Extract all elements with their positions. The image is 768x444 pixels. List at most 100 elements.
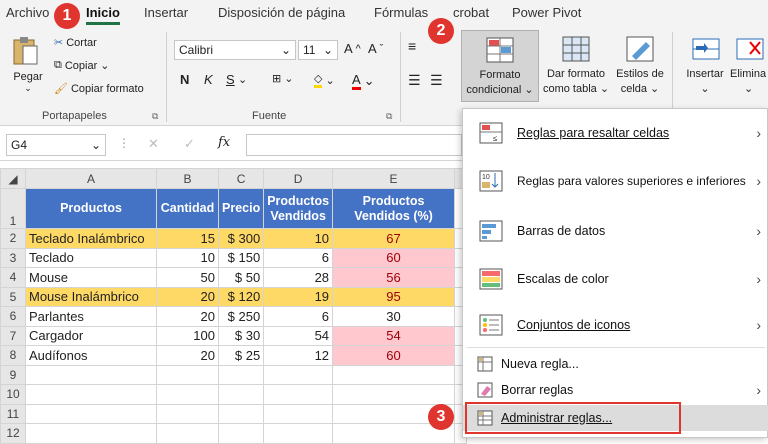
grid-cell[interactable]: Mouse Inalámbrico [25,286,157,307]
row-header[interactable]: 2 [0,228,26,249]
grid-cell[interactable] [217,403,265,424]
grid-cell[interactable]: 19 [263,286,334,307]
select-all-corner[interactable]: ◢ [0,168,26,189]
grid-cell[interactable]: Teclado Inalámbrico [25,228,157,249]
tab-formulas[interactable]: Fórmulas [374,5,428,20]
align-top-button[interactable]: ≡ [408,38,416,54]
row-header[interactable]: 6 [0,306,26,327]
row-header[interactable]: 5 [0,286,26,307]
grid-cell[interactable]: 60 [332,345,456,366]
grid-cell[interactable]: 54 [332,325,456,346]
menu-item-new-rule[interactable]: Nueva regla... [463,353,768,375]
menu-item-color-scales[interactable]: Escalas de color › [463,259,768,299]
grid-cell[interactable] [217,423,265,444]
row-header[interactable]: 3 [0,247,26,268]
row-header[interactable]: 1 [0,188,26,229]
grid-cell[interactable]: $ 300 [217,228,265,249]
italic-button[interactable]: K [204,72,213,87]
grid-cell[interactable]: 20 [156,306,219,327]
cell-styles-button[interactable]: Estilos de celda ⌄ [612,32,668,102]
conditional-format-button[interactable]: Formato condicional ⌄ [461,30,539,102]
tab-acrobat[interactable]: crobat [453,5,489,20]
grid-cell[interactable]: 20 [156,286,219,307]
grid-cell[interactable]: 100 [156,325,219,346]
formula-input[interactable] [246,134,462,156]
grid-cell[interactable] [156,423,219,444]
row-header[interactable]: 10 [0,384,26,405]
dialog-launcher-icon[interactable]: ⧉ [152,111,158,122]
tab-power-pivot[interactable]: Power Pivot [512,5,581,20]
col-header-d[interactable]: D [263,168,334,189]
menu-item-icon-sets[interactable]: Conjuntos de iconos › [463,305,768,345]
grid-cell[interactable]: 50 [156,267,219,288]
grid-cell[interactable]: $ 250 [217,306,265,327]
tab-insertar[interactable]: Insertar [144,5,188,20]
grid-cell[interactable]: Mouse [25,267,157,288]
header-cell-vendidos-pct[interactable]: Productos Vendidos (%) [332,188,456,229]
grid-cell[interactable]: 67 [332,228,456,249]
name-box[interactable]: G4 ⌄ [6,134,106,156]
grid-cell[interactable]: $ 120 [217,286,265,307]
grid-cell[interactable]: 12 [263,345,334,366]
menu-item-clear-rules[interactable]: Borrar reglas › [463,379,768,401]
grid-cell[interactable]: 6 [263,247,334,268]
grid-cell[interactable]: 60 [332,247,456,268]
grid-cell[interactable]: 15 [156,228,219,249]
format-painter-button[interactable]: 🖌 Copiar formato [54,82,144,96]
grid-cell[interactable] [25,364,157,385]
grid-cell[interactable] [332,384,456,405]
header-cell-productos[interactable]: Productos [25,188,157,229]
menu-item-data-bars[interactable]: Barras de datos › [463,211,768,251]
format-as-table-button[interactable]: Dar formato como tabla ⌄ [542,32,610,102]
grid-cell[interactable] [156,364,219,385]
grid-cell[interactable]: 54 [263,325,334,346]
header-cell-vendidos[interactable]: Productos Vendidos [263,188,334,229]
row-header[interactable]: 11 [0,403,26,424]
copy-button[interactable]: ⧉ Copiar ⌄ [54,59,109,72]
font-color-button[interactable]: A ⌄ [352,72,375,90]
tab-disposicion[interactable]: Disposición de página [218,5,345,20]
grid-cell[interactable]: 20 [156,345,219,366]
paste-button[interactable]: Pegar ⌄ [10,34,46,104]
grid-cell[interactable] [25,403,157,424]
grid-cell[interactable]: $ 25 [217,345,265,366]
bold-button[interactable]: N [180,72,189,87]
tab-inicio[interactable]: Inicio [86,5,120,25]
font-name-select[interactable]: Calibri ⌄ [174,40,296,60]
enter-icon[interactable]: ✓ [184,136,195,152]
col-header-b[interactable]: B [156,168,219,189]
grid-cell[interactable]: Audífonos [25,345,157,366]
grid-cell[interactable]: Parlantes [25,306,157,327]
delete-cells-button[interactable]: Elimina ⌄ [730,32,768,102]
grid-cell[interactable]: Cargador [25,325,157,346]
grow-font-button[interactable]: A ^ [344,41,361,56]
fill-color-button[interactable]: ◇ ⌄ [314,72,335,88]
grid-cell[interactable] [217,364,265,385]
function-icon[interactable]: fx [218,135,230,150]
grid-cell[interactable] [25,384,157,405]
grid-cell[interactable]: 10 [156,247,219,268]
grid-cell[interactable] [217,384,265,405]
row-header[interactable]: 4 [0,267,26,288]
font-size-select[interactable]: 11 ⌄ [298,40,338,60]
grid-cell[interactable] [263,364,334,385]
insert-cells-button[interactable]: Insertar ⌄ [680,32,730,102]
grid-cell[interactable] [263,384,334,405]
col-header-a[interactable]: A [25,168,157,189]
cut-button[interactable]: ✂ Cortar [54,36,97,50]
grid-cell[interactable]: 28 [263,267,334,288]
align-center-button[interactable]: ☰ [430,72,443,89]
underline-dropdown[interactable]: ⌄ [238,73,247,86]
header-cell-precio[interactable]: Precio [217,188,265,229]
header-cell-cantidad[interactable]: Cantidad [156,188,219,229]
grid-cell[interactable]: $ 50 [217,267,265,288]
grid-cell[interactable] [263,423,334,444]
grid-cell[interactable] [156,403,219,424]
grid-cell[interactable] [263,403,334,424]
row-header[interactable]: 9 [0,364,26,385]
font-launcher-icon[interactable]: ⧉ [386,111,392,122]
align-left-button[interactable]: ☰ [408,72,421,89]
cancel-icon[interactable]: ✕ [148,136,159,152]
grid-cell[interactable]: 10 [263,228,334,249]
row-header[interactable]: 7 [0,325,26,346]
